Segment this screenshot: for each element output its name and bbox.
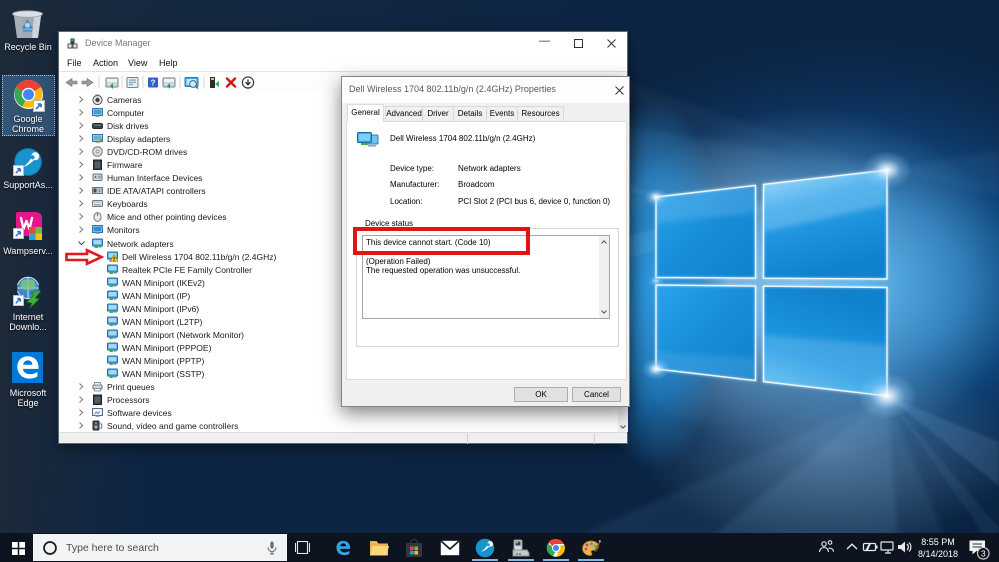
svg-text:3: 3 <box>981 548 986 558</box>
svg-text:?: ? <box>151 79 156 88</box>
